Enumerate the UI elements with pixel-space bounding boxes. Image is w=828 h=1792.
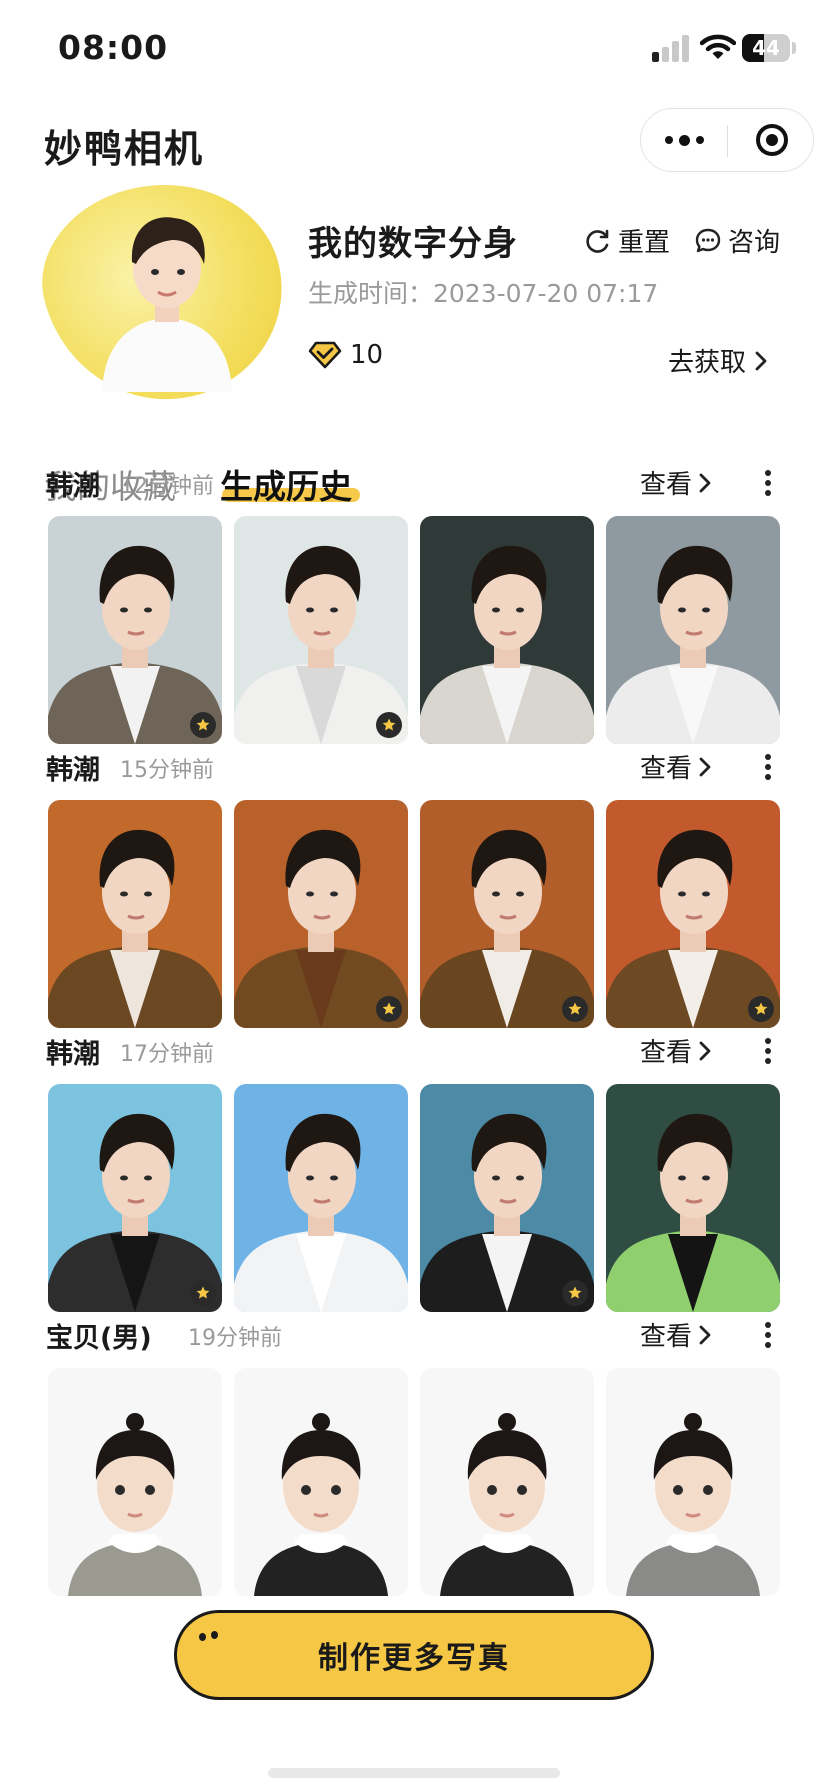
history-section: 韩潮 15分钟前 查看 bbox=[0, 748, 828, 1038]
chevron-right-icon bbox=[699, 1041, 711, 1060]
portrait-image bbox=[420, 1084, 594, 1312]
reset-button[interactable]: 重置 bbox=[584, 222, 670, 259]
mascot-eyes-icon bbox=[199, 1631, 229, 1647]
digital-avatar[interactable] bbox=[23, 158, 305, 426]
portrait-image bbox=[606, 516, 780, 744]
chevron-right-icon bbox=[755, 351, 767, 370]
favorite-star-icon bbox=[748, 996, 774, 1022]
wifi-icon bbox=[700, 34, 736, 59]
photo-thumbnail[interactable] bbox=[606, 1368, 780, 1596]
photo-thumbnail[interactable] bbox=[48, 1368, 222, 1596]
photo-thumbnail[interactable] bbox=[606, 516, 780, 744]
reset-label: 重置 bbox=[618, 228, 671, 258]
get-more-label: 去获取 bbox=[668, 348, 747, 378]
photo-thumbnail[interactable] bbox=[48, 1084, 222, 1312]
portrait-image bbox=[234, 1368, 408, 1596]
section-title: 韩潮 bbox=[46, 1039, 100, 1070]
photo-thumbnail[interactable] bbox=[420, 1084, 594, 1312]
favorite-star-icon bbox=[376, 996, 402, 1022]
more-vertical-icon[interactable] bbox=[758, 1318, 778, 1352]
photo-thumbnail[interactable] bbox=[234, 516, 408, 744]
favorite-star-icon bbox=[190, 1280, 216, 1306]
favorite-star-icon bbox=[190, 712, 216, 738]
battery-tip bbox=[792, 42, 796, 54]
portrait-image bbox=[420, 800, 594, 1028]
battery-icon: 44 bbox=[742, 34, 790, 62]
portrait-image bbox=[48, 800, 222, 1028]
capsule-divider bbox=[727, 125, 728, 157]
view-button[interactable]: 查看 bbox=[640, 464, 712, 501]
view-label: 查看 bbox=[640, 754, 693, 784]
points-value: 10 bbox=[350, 340, 384, 370]
photo-thumbnail[interactable] bbox=[48, 516, 222, 744]
favorite-star-icon bbox=[376, 712, 402, 738]
section-time: 12分钟前 bbox=[120, 474, 214, 499]
photo-thumbnail[interactable] bbox=[420, 1368, 594, 1596]
history-section: 宝贝(男) 19分钟前 查看 bbox=[0, 1316, 828, 1606]
portrait-image bbox=[234, 800, 408, 1028]
photo-thumbnail[interactable] bbox=[234, 1368, 408, 1596]
photo-thumbnail[interactable] bbox=[606, 800, 780, 1028]
signal-icon bbox=[652, 34, 692, 62]
consult-label: 咨询 bbox=[728, 228, 781, 258]
section-time: 15分钟前 bbox=[120, 758, 214, 783]
history-section: 韩潮 12分钟前 查看 bbox=[0, 464, 828, 754]
consult-button[interactable]: 咨询 bbox=[694, 222, 780, 259]
photo-thumbnail[interactable] bbox=[420, 800, 594, 1028]
more-vertical-icon[interactable] bbox=[758, 1034, 778, 1068]
generated-time: 生成时间：2023-07-20 07:17 bbox=[308, 279, 659, 308]
make-more-label: 制作更多写真 bbox=[318, 1641, 510, 1676]
refresh-icon bbox=[586, 229, 609, 253]
portrait-image bbox=[420, 1368, 594, 1596]
portrait-image bbox=[420, 516, 594, 744]
section-title: 韩潮 bbox=[46, 755, 100, 786]
avatar-portrait bbox=[102, 217, 232, 392]
favorite-star-icon bbox=[562, 996, 588, 1022]
photo-thumbnail[interactable] bbox=[234, 800, 408, 1028]
chevron-right-icon bbox=[699, 473, 711, 492]
portrait-image bbox=[606, 1084, 780, 1312]
portrait-image bbox=[234, 516, 408, 744]
view-label: 查看 bbox=[640, 1322, 693, 1352]
portrait-image bbox=[48, 516, 222, 744]
view-label: 查看 bbox=[640, 1038, 693, 1068]
section-title: 宝贝(男) bbox=[46, 1323, 152, 1354]
battery-level: 44 bbox=[752, 36, 780, 60]
history-section: 韩潮 17分钟前 查看 bbox=[0, 1032, 828, 1322]
portrait-image bbox=[606, 1368, 780, 1596]
app-title: 妙鸭相机 bbox=[44, 127, 205, 171]
chat-bubble-icon bbox=[695, 228, 721, 252]
chevron-right-icon bbox=[699, 757, 711, 776]
get-more-button[interactable]: 去获取 bbox=[668, 342, 768, 379]
portrait-image bbox=[234, 1084, 408, 1312]
more-vertical-icon[interactable] bbox=[758, 750, 778, 784]
profile-name: 我的数字分身 bbox=[308, 224, 518, 264]
view-button[interactable]: 查看 bbox=[640, 1316, 712, 1353]
portrait-image bbox=[606, 800, 780, 1028]
photo-thumbnail[interactable] bbox=[606, 1084, 780, 1312]
chevron-right-icon bbox=[699, 1325, 711, 1344]
close-mini-program-button[interactable] bbox=[729, 109, 815, 171]
points-balance: 10 bbox=[308, 340, 383, 370]
more-vertical-icon[interactable] bbox=[758, 466, 778, 500]
portrait-image bbox=[48, 1084, 222, 1312]
make-more-photos-button[interactable]: 制作更多写真 bbox=[174, 1610, 654, 1700]
section-time: 17分钟前 bbox=[120, 1042, 214, 1067]
status-bar: 08:00 44 bbox=[0, 0, 828, 100]
more-options-button[interactable] bbox=[641, 109, 727, 171]
section-title: 韩潮 bbox=[46, 471, 100, 502]
diamond-check-icon bbox=[308, 341, 342, 369]
portrait-image bbox=[48, 1368, 222, 1596]
mini-program-capsule bbox=[640, 108, 814, 172]
photo-thumbnail[interactable] bbox=[48, 800, 222, 1028]
favorite-star-icon bbox=[562, 1280, 588, 1306]
status-time: 08:00 bbox=[58, 28, 169, 67]
view-button[interactable]: 查看 bbox=[640, 1032, 712, 1069]
section-time: 19分钟前 bbox=[188, 1326, 282, 1351]
view-label: 查看 bbox=[640, 470, 693, 500]
photo-thumbnail[interactable] bbox=[234, 1084, 408, 1312]
photo-thumbnail[interactable] bbox=[420, 516, 594, 744]
home-indicator bbox=[268, 1768, 560, 1778]
view-button[interactable]: 查看 bbox=[640, 748, 712, 785]
